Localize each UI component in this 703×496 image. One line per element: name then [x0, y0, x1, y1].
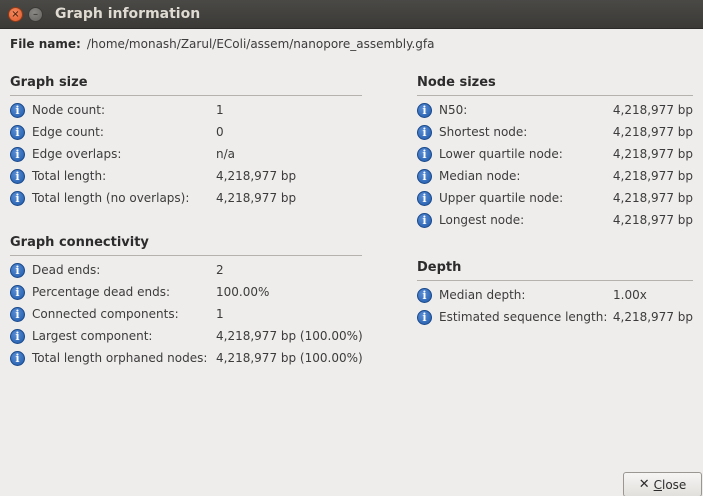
- info-icon[interactable]: i: [10, 351, 25, 366]
- info-icon[interactable]: i: [10, 263, 25, 278]
- stat-row-dead-ends: i Dead ends: 2: [10, 261, 362, 283]
- section-divider: [10, 95, 362, 96]
- window-minimize-button[interactable]: –: [28, 7, 43, 22]
- stat-row-median-depth: i Median depth: 1.00x: [417, 286, 693, 308]
- stat-row-longest-node: i Longest node: 4,218,977 bp: [417, 211, 693, 233]
- stat-value: 4,218,977 bp: [612, 103, 693, 117]
- info-icon[interactable]: i: [417, 191, 432, 206]
- stat-value: 4,218,977 bp: [612, 310, 693, 324]
- close-icon: ✕: [638, 477, 650, 492]
- stat-value: 100.00%: [216, 285, 270, 299]
- stat-label: Total length:: [32, 169, 107, 183]
- close-button-label: Close: [654, 478, 687, 492]
- stat-label: Edge count:: [32, 125, 104, 139]
- close-button[interactable]: ✕ Close: [623, 472, 702, 496]
- section-title: Graph size: [10, 75, 88, 90]
- stat-value: 4,218,977 bp (100.00%): [216, 329, 363, 343]
- stat-value: 4,218,977 bp: [612, 147, 693, 161]
- stat-value: 1.00x: [613, 288, 647, 302]
- info-icon[interactable]: i: [10, 329, 25, 344]
- info-icon[interactable]: i: [417, 213, 432, 228]
- stat-row-median-node: i Median node: 4,218,977 bp: [417, 167, 693, 189]
- stat-label: Lower quartile node:: [439, 147, 563, 161]
- stat-label: Percentage dead ends:: [32, 285, 171, 299]
- stat-label: Total length orphaned nodes:: [32, 351, 208, 365]
- stat-label: Node count:: [32, 103, 106, 117]
- graph-size-section: Graph size i Node count: 1 i Edge count:…: [10, 75, 362, 211]
- stat-row-total-length: i Total length: 4,218,977 bp: [10, 167, 362, 189]
- stat-value: 4,218,977 bp: [216, 191, 297, 205]
- file-path: /home/monash/Zarul/EColi/assem/nanopore_…: [86, 37, 435, 51]
- stat-label: Longest node:: [439, 213, 525, 227]
- info-icon[interactable]: i: [10, 307, 25, 322]
- stat-value: 4,218,977 bp: [612, 191, 693, 205]
- section-divider: [10, 255, 362, 256]
- stat-row-estimated-sequence-length: i Estimated sequence length: 4,218,977 b…: [417, 308, 693, 330]
- section-title: Depth: [417, 260, 462, 275]
- info-icon[interactable]: i: [10, 125, 25, 140]
- file-name-label: File name:: [10, 37, 81, 51]
- info-icon[interactable]: i: [10, 147, 25, 162]
- info-icon[interactable]: i: [417, 147, 432, 162]
- stat-label: Shortest node:: [439, 125, 528, 139]
- file-name-row: File name: /home/monash/Zarul/EColi/assem…: [10, 37, 435, 51]
- stat-label: Connected components:: [32, 307, 179, 321]
- stat-value: 4,218,977 bp: [612, 169, 693, 183]
- info-icon[interactable]: i: [417, 125, 432, 140]
- stat-label: Median depth:: [439, 288, 526, 302]
- stat-row-largest-component: i Largest component: 4,218,977 bp (100.0…: [10, 327, 363, 349]
- stat-value: 1: [216, 307, 224, 321]
- depth-section: Depth i Median depth: 1.00x i Estimated …: [417, 260, 693, 330]
- section-title: Graph connectivity: [10, 235, 149, 250]
- stat-row-n50: i N50: 4,218,977 bp: [417, 101, 693, 123]
- stat-value: 4,218,977 bp (100.00%): [216, 351, 363, 365]
- stat-row-percentage-dead-ends: i Percentage dead ends: 100.00%: [10, 283, 362, 305]
- stat-label: Dead ends:: [32, 263, 101, 277]
- node-sizes-section: Node sizes i N50: 4,218,977 bp i Shortes…: [417, 75, 693, 233]
- stat-value: n/a: [216, 147, 236, 161]
- stat-row-connected-components: i Connected components: 1: [10, 305, 362, 327]
- stat-label: N50:: [439, 103, 468, 117]
- info-icon[interactable]: i: [417, 169, 432, 184]
- stat-value: 1: [216, 103, 224, 117]
- stat-value: 0: [216, 125, 224, 139]
- stat-row-lower-quartile-node: i Lower quartile node: 4,218,977 bp: [417, 145, 693, 167]
- graph-connectivity-section: Graph connectivity i Dead ends: 2 i Perc…: [10, 235, 363, 371]
- stat-value: 4,218,977 bp: [612, 125, 693, 139]
- window-title: Graph information: [55, 6, 201, 22]
- info-icon[interactable]: i: [10, 169, 25, 184]
- stat-row-upper-quartile-node: i Upper quartile node: 4,218,977 bp: [417, 189, 693, 211]
- info-icon[interactable]: i: [417, 310, 432, 325]
- stat-label: Edge overlaps:: [32, 147, 122, 161]
- stat-label: Upper quartile node:: [439, 191, 564, 205]
- info-icon[interactable]: i: [417, 288, 432, 303]
- close-label-rest: lose: [661, 477, 687, 492]
- stat-row-shortest-node: i Shortest node: 4,218,977 bp: [417, 123, 693, 145]
- stat-label: Estimated sequence length:: [439, 310, 608, 324]
- info-icon[interactable]: i: [417, 103, 432, 118]
- info-icon[interactable]: i: [10, 285, 25, 300]
- stat-value: 4,218,977 bp: [612, 213, 693, 227]
- section-divider: [417, 280, 693, 281]
- section-divider: [417, 95, 693, 96]
- stat-row-edge-count: i Edge count: 0: [10, 123, 362, 145]
- close-mnemonic: C: [653, 477, 662, 492]
- dialog-content: File name: /home/monash/Zarul/EColi/assem…: [0, 29, 703, 496]
- info-icon[interactable]: i: [10, 191, 25, 206]
- title-bar: × – Graph information: [0, 0, 703, 29]
- stat-label: Largest component:: [32, 329, 153, 343]
- stat-row-total-length-no-overlaps: i Total length (no overlaps): 4,218,977 …: [10, 189, 362, 211]
- section-title: Node sizes: [417, 75, 496, 90]
- stat-label: Median node:: [439, 169, 521, 183]
- stat-row-total-length-orphaned: i Total length orphaned nodes: 4,218,977…: [10, 349, 363, 371]
- stat-row-edge-overlaps: i Edge overlaps: n/a: [10, 145, 362, 167]
- stat-row-node-count: i Node count: 1: [10, 101, 362, 123]
- stat-value: 4,218,977 bp: [216, 169, 297, 183]
- stat-label: Total length (no overlaps):: [32, 191, 190, 205]
- stat-value: 2: [216, 263, 224, 277]
- window-close-button[interactable]: ×: [8, 7, 23, 22]
- info-icon[interactable]: i: [10, 103, 25, 118]
